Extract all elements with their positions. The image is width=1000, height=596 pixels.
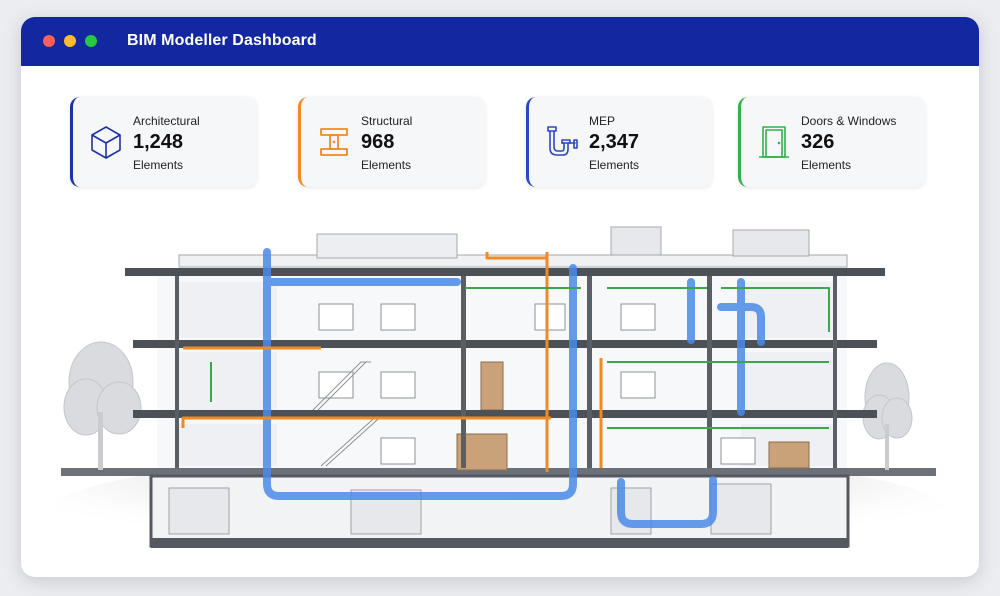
minimize-window-button[interactable] xyxy=(64,35,76,47)
structural-card[interactable]: Structural 968 Elements xyxy=(298,97,485,187)
architectural-card[interactable]: Architectural 1,248 Elements xyxy=(70,97,257,187)
card-label: Structural xyxy=(361,114,413,128)
mep-card[interactable]: MEP 2,347 Elements xyxy=(526,97,712,187)
card-value: 1,248 xyxy=(133,131,184,153)
card-unit: Elements xyxy=(361,158,412,172)
card-label: MEP xyxy=(589,114,616,128)
close-window-button[interactable] xyxy=(43,35,55,47)
dashboard-window: BIM Modeller Dashboard Architectural 1,2… xyxy=(21,17,979,577)
card-label: Architectural xyxy=(133,114,200,128)
card-value: 968 xyxy=(361,131,395,153)
building-section-illustration xyxy=(49,226,949,572)
card-unit: Elements xyxy=(589,158,640,172)
card-unit: Elements xyxy=(133,158,184,172)
cube-icon xyxy=(91,126,121,159)
title-bar: BIM Modeller Dashboard xyxy=(21,17,979,66)
basement xyxy=(149,474,850,548)
card-unit: Elements xyxy=(801,158,852,172)
door-icon xyxy=(759,126,789,158)
doors-windows-card[interactable]: Doors & Windows 326 Elements xyxy=(738,97,925,187)
card-value: 2,347 xyxy=(589,131,640,153)
i-beam-icon xyxy=(320,128,348,156)
card-value: 326 xyxy=(801,131,835,153)
tree-left xyxy=(63,341,142,470)
pipe-icon xyxy=(547,126,578,156)
card-label: Doors & Windows xyxy=(801,114,897,128)
window-title: BIM Modeller Dashboard xyxy=(127,32,317,49)
maximize-window-button[interactable] xyxy=(85,35,97,47)
